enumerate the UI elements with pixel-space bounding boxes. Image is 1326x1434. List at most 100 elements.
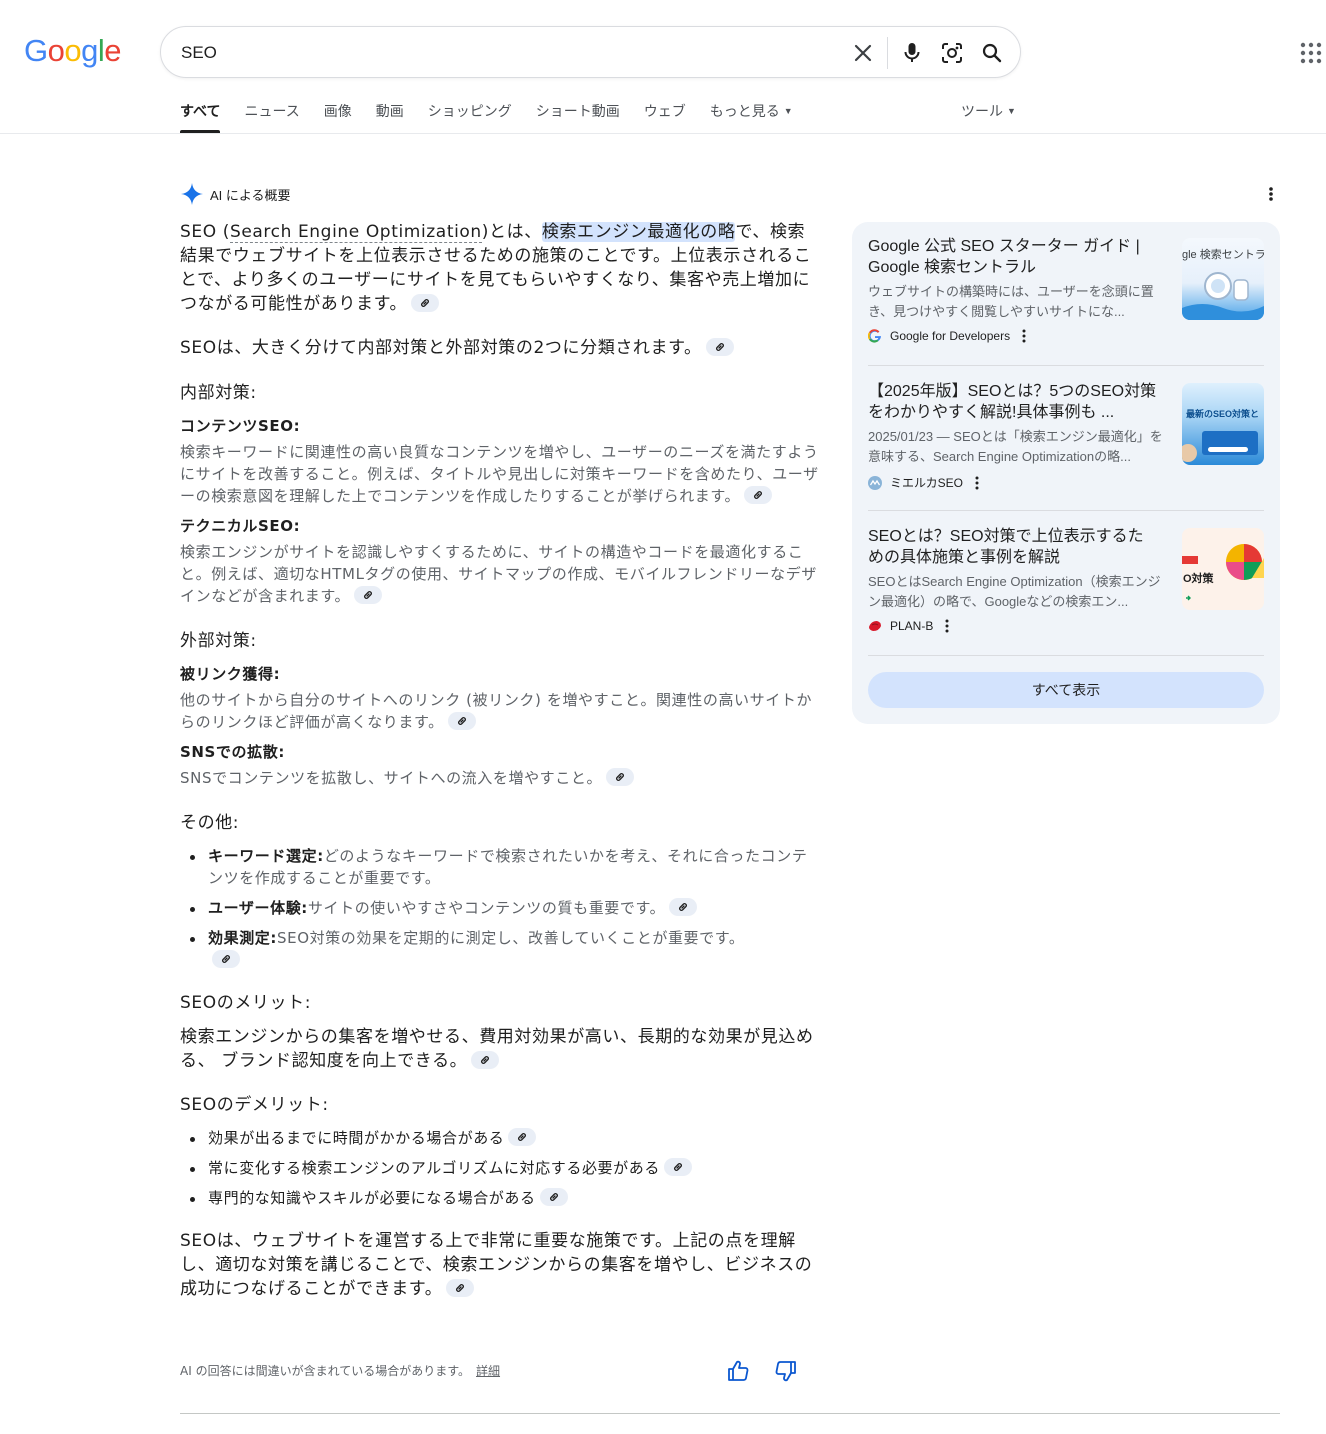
sparkle-icon — [181, 183, 203, 205]
source-site-name: ミエルカSEO — [890, 476, 963, 490]
thumbs-down-icon[interactable] — [774, 1359, 798, 1383]
source-card[interactable]: SEOとは？SEO対策で上位表示するための具体施策と事例を解説 SEOとはSea… — [868, 512, 1264, 642]
technical-seo-heading: テクニカルSEO: — [180, 517, 301, 535]
tab-short-videos[interactable]: ショート動画 — [536, 98, 620, 134]
intro-text: SEO ( — [180, 222, 230, 242]
ai-overview-body: SEO (Search Engine Optimization)とは、検索エンジ… — [180, 220, 820, 1301]
source-link-chip[interactable] — [663, 1158, 692, 1176]
conclusion-text: SEOは、ウェブサイトを運営する上で非常に重要な施策です。上記の点を理解し、適切… — [180, 1231, 813, 1299]
source-link-chip[interactable] — [508, 1128, 537, 1146]
merit-paragraph: 検索エンジンからの集客を増やせる、費用対効果が高い、長期的な効果が見込める、 ブ… — [180, 1025, 820, 1073]
tab-news[interactable]: ニュース — [244, 98, 299, 134]
more-options-icon[interactable] — [1262, 184, 1280, 204]
tab-web[interactable]: ウェブ — [644, 98, 686, 134]
logo-letter: o — [47, 33, 65, 68]
tab-label: ニュース — [244, 103, 300, 119]
tab-all[interactable]: すべて — [180, 98, 221, 134]
search-box — [160, 26, 1021, 78]
link-icon — [421, 299, 430, 307]
source-link-chip[interactable] — [447, 712, 476, 730]
source-title[interactable]: 【2025年版】SEOとは？5つのSEO対策をわかりやすく解説!具体事例も ..… — [868, 381, 1158, 423]
term-link[interactable]: Search Engine Optimization — [229, 222, 482, 243]
source-link-chip[interactable] — [471, 1051, 500, 1069]
close-icon[interactable] — [850, 40, 876, 66]
logo-letter: G — [24, 33, 48, 68]
link-icon — [616, 773, 625, 781]
source-card[interactable]: Google 公式 SEO スターター ガイド | Google 検索セントラル… — [868, 222, 1264, 352]
source-snippet: 2025/01/23 — SEOとは「検索エンジン最適化」を意味する、Searc… — [868, 429, 1163, 464]
external-heading: 外部対策: — [180, 631, 257, 651]
sns-paragraph: SNSでコンテンツを拡散し、サイトへの流入を増やすこと。 — [180, 767, 820, 789]
logo-letter: o — [64, 33, 82, 68]
source-link-chip[interactable] — [539, 1188, 568, 1206]
content-seo-text: 検索キーワードに関連性の高い良質なコンテンツを増やし、ユーザーのニーズを満たすよ… — [180, 443, 819, 505]
highlighted-text: 検索エンジン最適化の略 — [541, 222, 736, 242]
source-thumbnail: gle 検索セントラ — [1182, 238, 1264, 320]
search-input[interactable] — [181, 41, 821, 65]
source-title[interactable]: Google 公式 SEO スターター ガイド | Google 検索セントラル — [868, 236, 1158, 278]
conclusion-paragraph: SEOは、ウェブサイトを運営する上で非常に重要な施策です。上記の点を理解し、適切… — [180, 1229, 820, 1301]
list-item: 常に変化する検索エンジンのアルゴリズムに対応する必要がある — [188, 1157, 820, 1179]
link-icon — [481, 1056, 490, 1064]
item-text: 効果が出るまでに時間がかかる場合がある — [208, 1129, 505, 1147]
source-site: PLAN-B — [868, 619, 949, 633]
intro-paragraph: SEO (Search Engine Optimization)とは、検索エンジ… — [180, 220, 820, 316]
source-site-name: PLAN-B — [890, 619, 934, 633]
tab-more[interactable]: もっと見る ▼ — [710, 98, 793, 134]
source-link-chip[interactable] — [411, 294, 440, 312]
more-options-icon[interactable] — [1022, 329, 1026, 343]
tab-label: ショート動画 — [535, 103, 620, 119]
list-item: キーワード選定:どのようなキーワードで検索されたいかを考え、それに合ったコンテン… — [188, 845, 820, 889]
source-snippet: SEOとはSearch Engine Optimization（検索エンジン最適… — [868, 574, 1161, 609]
search-icon[interactable] — [979, 40, 1005, 66]
show-all-button[interactable]: すべて表示 — [868, 672, 1264, 708]
merit-heading: SEOのメリット: — [180, 993, 312, 1013]
source-link-chip[interactable] — [212, 950, 240, 968]
ai-disclaimer: AI の回答には間違いが含まれている場合があります。 詳細 — [180, 1362, 500, 1379]
sns-heading: SNSでの拡散: — [180, 743, 285, 761]
section-divider — [180, 1413, 1280, 1414]
link-icon — [364, 591, 373, 599]
logo-letter: g — [81, 33, 98, 68]
logo-letter: e — [104, 33, 122, 68]
source-link-chip[interactable] — [669, 898, 698, 916]
intro-text: )とは、 — [481, 222, 542, 242]
demerit-heading: SEOのデメリット: — [180, 1095, 329, 1115]
more-options-icon[interactable] — [975, 476, 979, 490]
list-item: 効果が出るまでに時間がかかる場合がある — [188, 1127, 820, 1149]
source-link-chip[interactable] — [606, 768, 635, 786]
tab-videos[interactable]: 動画 — [376, 98, 404, 134]
link-icon — [674, 1163, 682, 1171]
source-divider — [868, 365, 1264, 366]
item-text: 専門的な知識やスキルが必要になる場合がある — [208, 1189, 536, 1207]
tab-label: ショッピング — [427, 103, 512, 119]
lens-icon[interactable] — [939, 40, 965, 66]
tools-button[interactable]: ツール ▼ — [961, 98, 1016, 134]
header-divider — [0, 133, 1326, 134]
tab-label: 画像 — [323, 103, 352, 119]
apps-grid-icon[interactable] — [1299, 41, 1323, 65]
tab-images[interactable]: 画像 — [324, 98, 352, 134]
mic-icon[interactable] — [899, 40, 925, 66]
content-seo-heading: コンテンツSEO: — [180, 417, 301, 435]
link-icon — [456, 1284, 465, 1292]
source-thumbnail: O対策 — [1182, 528, 1264, 610]
source-link-chip[interactable] — [705, 338, 734, 356]
source-card[interactable]: 【2025年版】SEOとは？5つのSEO対策をわかりやすく解説!具体事例も ..… — [868, 367, 1264, 497]
other-list: キーワード選定:どのようなキーワードで検索されたいかを考え、それに合ったコンテン… — [188, 845, 820, 971]
tab-shopping[interactable]: ショッピング — [428, 98, 512, 134]
source-link-chip[interactable] — [446, 1279, 475, 1297]
learn-more-link[interactable]: 詳細 — [476, 1364, 500, 1378]
more-options-icon[interactable] — [945, 619, 949, 633]
thumbs-up-icon[interactable] — [726, 1359, 750, 1383]
source-thumbnail: 最新のSEO対策と — [1182, 383, 1264, 465]
item-bold: ユーザー体験: — [208, 899, 308, 917]
source-link-chip[interactable] — [354, 586, 383, 604]
tab-label: 動画 — [375, 103, 404, 119]
list-item: 専門的な知識やスキルが必要になる場合がある — [188, 1187, 820, 1209]
source-link-chip[interactable] — [744, 486, 773, 504]
technical-seo-paragraph: 検索エンジンがサイトを認識しやすくするために、サイトの構造やコードを最適化するこ… — [180, 541, 820, 607]
backlink-heading: 被リンク獲得: — [180, 665, 281, 683]
google-logo[interactable]: Google — [24, 33, 122, 68]
source-title[interactable]: SEOとは？SEO対策で上位表示するための具体施策と事例を解説 — [868, 526, 1158, 568]
